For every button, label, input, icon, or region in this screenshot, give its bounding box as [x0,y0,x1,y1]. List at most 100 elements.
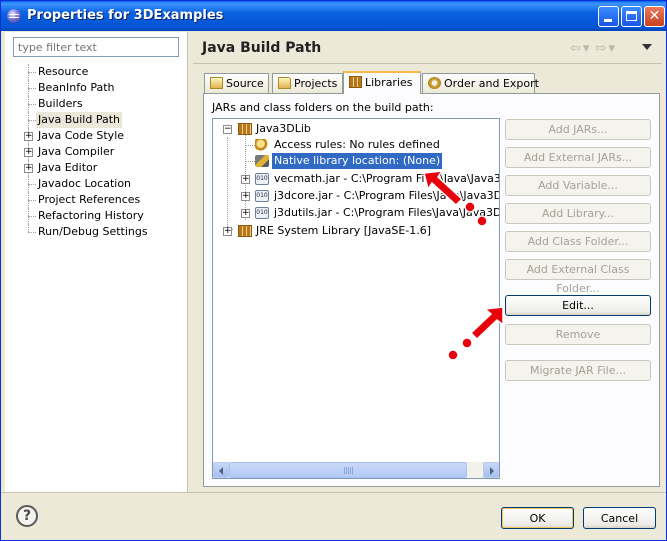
properties-dialog: Properties for 3DExamples ✕ Resource Bea… [0,0,667,541]
expand-icon[interactable]: + [24,164,33,173]
tree-line [28,120,36,121]
jar-icon: 010 [255,190,269,202]
tree-item-label: Access rules: No rules defined [274,138,440,151]
tab-source[interactable]: Source [204,73,269,93]
tree-line [28,200,36,201]
forward-icon[interactable]: ⇨ [596,41,607,56]
title-bar[interactable]: Properties for 3DExamples ✕ [1,1,666,31]
expand-icon[interactable]: + [241,175,250,184]
expand-icon[interactable]: + [24,148,33,157]
add-class-folder-button[interactable]: Add Class Folder... [505,231,651,252]
order-export-icon [428,77,441,89]
history-navigation: ⇦ ▾ ⇨ ▾ [570,41,617,56]
scroll-left-button[interactable] [213,462,229,478]
preference-sidebar: Resource BeanInfo Path Builders Java Bui… [5,32,188,492]
sidebar-item-refactoring-history[interactable]: Refactoring History [5,208,188,224]
sidebar-item-java-build-path[interactable]: Java Build Path [5,112,188,128]
remove-button[interactable]: Remove [505,324,651,345]
sidebar-item-label: Java Compiler [38,145,115,158]
tab-label: Source [226,77,264,90]
tree-item-label: JRE System Library [JavaSE-1.6] [256,224,432,237]
tree-item-j3dcore-jar[interactable]: + 010 j3dcore.jar - C:\Program Files\Jav… [213,188,499,204]
close-button[interactable]: ✕ [644,6,665,27]
expand-icon[interactable]: + [241,192,250,201]
sidebar-item-java-editor[interactable]: + Java Editor [5,160,188,176]
native-library-icon [255,155,269,167]
sidebar-item-beaninfo-path[interactable]: BeanInfo Path [5,80,188,96]
sidebar-item-project-references[interactable]: Project References [5,192,188,208]
tree-item-native-library-location[interactable]: Native library location: (None) [213,153,499,169]
build-path-label: JARs and class folders on the build path… [212,101,434,114]
tree-item-label: j3dutils.jar - C:\Program Files\Java\Jav… [274,206,500,219]
close-icon: ✕ [648,8,661,24]
expand-icon[interactable]: + [223,227,232,236]
sidebar-item-label: Java Code Style [38,129,125,142]
tab-label: Order and Export [444,77,539,90]
library-tree[interactable]: − Java3DLib Access rules: No rules defin… [212,118,500,479]
sidebar-item-label: Run/Debug Settings [38,225,148,238]
maximize-button[interactable] [621,6,642,27]
chevron-down-icon[interactable]: ▾ [608,41,615,56]
scrollbar-thumb[interactable] [229,462,467,478]
back-icon[interactable]: ⇦ [570,41,581,56]
sidebar-item-label: Refactoring History [38,209,144,222]
tree-line [28,104,36,105]
expand-icon[interactable]: + [241,209,250,218]
tab-libraries[interactable]: Libraries [343,71,421,94]
tree-item-vecmath-jar[interactable]: + 010 vecmath.jar - C:\Program Files\Jav… [213,171,499,187]
help-icon[interactable]: ? [16,505,38,527]
scroll-right-button[interactable] [483,462,499,478]
tree-item-jre-system-library[interactable]: + JRE System Library [JavaSE-1.6] [213,223,499,239]
tab-order-and-export[interactable]: Order and Export [422,73,539,93]
expand-icon[interactable]: + [24,132,33,141]
library-icon [238,123,252,135]
header-divider [193,63,662,64]
window-title: Properties for 3DExamples [27,8,224,23]
migrate-jar-file-button[interactable]: Migrate JAR File... [505,360,651,381]
filter-input[interactable] [13,37,179,57]
sidebar-item-label: Java Build Path [36,112,123,128]
access-rules-icon [255,139,269,151]
add-library-button[interactable]: Add Library... [505,203,651,224]
tab-projects[interactable]: Projects [272,73,343,93]
minimize-button[interactable] [598,6,619,27]
collapse-icon[interactable]: − [223,125,232,134]
jre-library-icon [238,225,252,237]
sidebar-item-run-debug-settings[interactable]: Run/Debug Settings [5,224,188,240]
sidebar-item-label: Resource [38,65,89,78]
sidebar-item-resource[interactable]: Resource [5,64,188,80]
sidebar-item-label: Java Editor [38,161,98,174]
tree-item-label: Java3DLib [256,122,311,135]
add-variable-button[interactable]: Add Variable... [505,175,651,196]
tree-item-access-rules[interactable]: Access rules: No rules defined [213,137,499,153]
edit-button[interactable]: Edit... [505,295,651,316]
page-title: Java Build Path [202,40,322,56]
sidebar-item-java-compiler[interactable]: + Java Compiler [5,144,188,160]
eclipse-icon [7,9,21,23]
horizontal-scrollbar[interactable] [213,462,499,478]
minimize-icon [604,19,612,22]
tree-line [28,232,36,233]
chevron-down-icon[interactable]: ▾ [583,41,590,56]
sidebar-item-javadoc-location[interactable]: Javadoc Location [5,176,188,192]
jar-icon: 010 [255,173,269,185]
sidebar-item-builders[interactable]: Builders [5,96,188,112]
ok-button[interactable]: OK [501,507,574,529]
tree-item-label: j3dcore.jar - C:\Program Files\Java\Java… [274,189,499,202]
add-external-class-folder-button[interactable]: Add External Class Folder... [505,259,651,295]
add-external-jars-button[interactable]: Add External JARs... [505,147,651,168]
sidebar-item-java-code-style[interactable]: + Java Code Style [5,128,188,144]
tree-item-j3dutils-jar[interactable]: + 010 j3dutils.jar - C:\Program Files\Ja… [213,205,499,221]
sidebar-item-label: Project References [38,193,141,206]
arrow-right-icon [490,467,494,475]
tree-line [28,216,36,217]
tree-item-java3dlib[interactable]: − Java3DLib [213,121,499,137]
sidebar-item-label: BeanInfo Path [38,81,115,94]
view-menu-icon[interactable] [642,44,652,50]
add-jars-button[interactable]: Add JARs... [505,119,651,140]
library-icon [349,76,362,88]
maximize-icon [626,11,637,21]
cancel-button[interactable]: Cancel [583,507,656,529]
source-folder-icon [210,77,223,89]
tree-item-label: Native library location: (None) [272,153,443,169]
